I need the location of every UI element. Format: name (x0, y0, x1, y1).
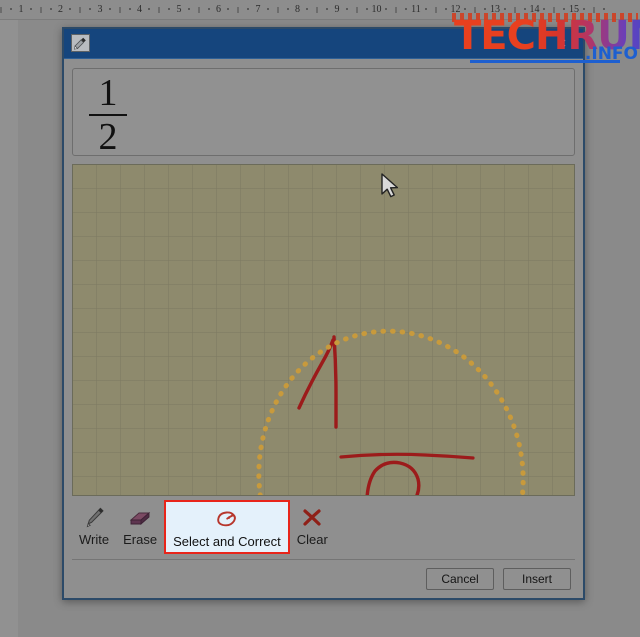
ruler-minor-tick (444, 8, 447, 10)
ruler-minor-tick (424, 8, 427, 10)
fraction-denominator: 2 (98, 116, 118, 156)
tool-button-clear[interactable]: Clear (290, 500, 335, 554)
ruler-minor-tick (553, 7, 555, 13)
ruler-minor-tick (247, 8, 250, 10)
ruler-minor-tick (385, 8, 388, 10)
ruler-minor-tick (0, 7, 2, 13)
ruler-mark-7: 7 (255, 4, 261, 15)
ruler-minor-tick (108, 8, 111, 10)
ruler-mark-13: 13 (490, 4, 500, 15)
ruler-minor-tick (593, 7, 595, 13)
ruler-mark-2: 2 (58, 4, 63, 15)
tool-label-erase: Erase (123, 532, 158, 547)
ruler-minor-tick (395, 7, 397, 13)
ruler-mark-5: 5 (176, 4, 182, 15)
ruler-minor-tick (69, 8, 72, 10)
fraction-numerator: 1 (98, 72, 118, 114)
insert-button[interactable]: Insert (503, 568, 571, 590)
close-icon[interactable]: × (549, 33, 575, 53)
page-left-margin (0, 20, 18, 637)
equation-preview-panel: 1 2 (72, 68, 575, 156)
ruler-minor-tick (474, 7, 476, 13)
ruler-minor-tick (365, 8, 368, 10)
preview-fraction: 1 2 (85, 72, 131, 156)
ruler-minor-tick (286, 8, 289, 10)
ruler-minor-tick (345, 8, 348, 10)
ruler-mark-12: 12 (450, 4, 461, 15)
ruler-mark-15: 15 (569, 4, 579, 15)
ruler-minor-tick (356, 7, 358, 13)
ink-equation-dialog: × 1 2 Write Erase Select and Correct Cle… (62, 27, 585, 600)
ruler-minor-tick (148, 8, 151, 10)
tool-label-select-and-correct: Select and Correct (173, 534, 281, 549)
ruler-minor-tick (543, 8, 546, 10)
ruler-minor-tick (198, 7, 200, 13)
ruler-minor-tick (514, 7, 516, 13)
pen-icon (82, 503, 106, 531)
ink-writing-canvas[interactable] (72, 164, 575, 496)
ruler-mark-1: 1 (18, 4, 24, 15)
tool-label-clear: Clear (296, 532, 328, 547)
tool-button-write[interactable]: Write (72, 500, 116, 554)
tool-button-erase[interactable]: Erase (116, 500, 164, 554)
ruler-minor-tick (128, 8, 131, 10)
ruler-minor-tick (89, 8, 92, 10)
ruler-minor-tick (227, 8, 230, 10)
x-mark-icon (299, 503, 325, 531)
ruler-minor-tick (10, 8, 13, 10)
ruler-minor-tick (187, 8, 190, 10)
ruler-mark-6: 6 (216, 4, 221, 15)
ruler-minor-tick (523, 8, 526, 10)
ruler-mark-4: 4 (137, 4, 142, 15)
ruler-minor-tick (79, 7, 81, 13)
ruler-minor-tick (49, 8, 52, 10)
ruler-minor-tick (316, 7, 318, 13)
cancel-button[interactable]: Cancel (426, 568, 494, 590)
footer-button-group: Cancel Insert (426, 568, 571, 590)
ink-toolbar: Write Erase Select and Correct Clear (72, 500, 575, 556)
ruler-minor-tick (277, 7, 279, 13)
ruler-mark-14: 14 (529, 4, 540, 15)
dialog-titlebar[interactable]: × (64, 29, 583, 59)
ruler-minor-tick (266, 8, 269, 10)
ruler-minor-tick (563, 8, 566, 10)
ruler-minor-tick (464, 8, 467, 10)
ruler-minor-tick (405, 8, 408, 10)
ruler-ticks: 1 2 3 4 5 6 7 8 9 10 11 12 13 14 15 (0, 0, 640, 19)
dialog-footer: Cancel Insert (72, 559, 575, 595)
lasso-selection-marquee (256, 328, 526, 495)
ruler-minor-tick (40, 7, 42, 13)
horizontal-ruler[interactable]: 1 2 3 4 5 6 7 8 9 10 11 12 13 14 15 (0, 0, 640, 20)
ruler-minor-tick (168, 8, 171, 10)
ruler-minor-tick (484, 8, 487, 10)
eraser-icon (127, 503, 153, 531)
ruler-minor-tick (582, 8, 585, 10)
ruler-mark-11: 11 (411, 4, 421, 15)
ruler-minor-tick (207, 8, 210, 10)
ruler-minor-tick (158, 7, 160, 13)
ruler-mark-8: 8 (295, 4, 300, 15)
lasso-icon (212, 505, 242, 533)
ruler-minor-tick (119, 7, 121, 13)
ruler-minor-tick (602, 8, 605, 10)
ruler-minor-tick (503, 8, 506, 10)
tool-button-select-and-correct[interactable]: Select and Correct (164, 500, 290, 554)
ruler-mark-9: 9 (334, 4, 340, 15)
ruler-mark-3: 3 (97, 4, 103, 15)
tool-label-write: Write (79, 532, 110, 547)
ruler-minor-tick (326, 8, 329, 10)
dialog-body: 1 2 Write Erase Select and Correct Clear… (64, 59, 583, 598)
ruler-minor-tick (237, 7, 239, 13)
ruler-minor-tick (29, 8, 32, 10)
ruler-minor-tick (306, 8, 309, 10)
ruler-mark-10: 10 (371, 4, 382, 15)
ruler-minor-tick (435, 7, 437, 13)
ink-pen-icon (71, 34, 90, 52)
